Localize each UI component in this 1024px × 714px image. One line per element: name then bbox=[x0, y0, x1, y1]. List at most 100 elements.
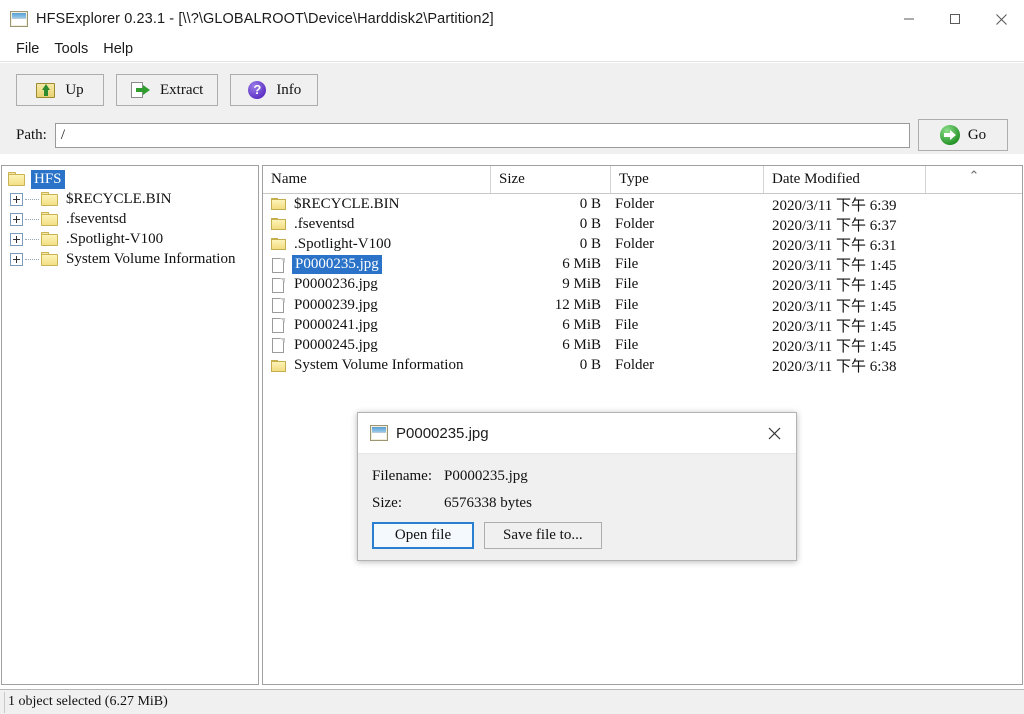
info-button[interactable]: ? Info bbox=[230, 74, 319, 106]
table-row[interactable]: $RECYCLE.BIN 0 B Folder 2020/3/11 下午 6:3… bbox=[263, 194, 1022, 214]
file-size: 6 MiB bbox=[562, 336, 601, 353]
plus-icon[interactable] bbox=[10, 252, 23, 266]
extract-button[interactable]: Extract bbox=[116, 74, 219, 106]
plus-icon[interactable] bbox=[10, 192, 23, 206]
file-icon bbox=[271, 297, 286, 314]
column-header-size[interactable]: Size bbox=[491, 166, 611, 193]
menu-help[interactable]: Help bbox=[96, 40, 140, 59]
tree-item-spotlight-v100[interactable]: .Spotlight-V100 bbox=[2, 229, 258, 249]
window-title: HFSExplorer 0.23.1 - [\\?\GLOBALROOT\Dev… bbox=[36, 11, 494, 27]
dialog-filename-label: Filename: bbox=[372, 468, 432, 484]
tree-item-label: .Spotlight-V100 bbox=[66, 230, 164, 247]
file-size: 6 MiB bbox=[562, 316, 601, 333]
file-date-modified: 2020/3/11 下午 6:37 bbox=[772, 217, 897, 234]
file-name: P0000236.jpg bbox=[294, 276, 378, 293]
file-size: 12 MiB bbox=[554, 296, 601, 313]
green-arrow-icon bbox=[939, 125, 960, 145]
file-name: P0000239.jpg bbox=[294, 296, 378, 313]
tree-item-label: System Volume Information bbox=[66, 250, 236, 267]
path-label: Path: bbox=[16, 126, 47, 143]
toolbar: Up Extract ? Info bbox=[0, 74, 1024, 106]
dialog-buttons: Open file Save file to... bbox=[372, 522, 796, 549]
file-type: Folder bbox=[615, 357, 655, 374]
tree-item-label: HFS bbox=[31, 169, 65, 189]
column-header-name[interactable]: Name bbox=[263, 166, 491, 193]
file-icon bbox=[271, 317, 286, 334]
open-file-button[interactable]: Open file bbox=[372, 522, 474, 549]
tree-item-system-volume-information[interactable]: System Volume Information bbox=[2, 249, 258, 269]
close-icon[interactable] bbox=[978, 0, 1024, 38]
path-row: Path: / Go bbox=[0, 106, 1024, 151]
title-bar: HFSExplorer 0.23.1 - [\\?\GLOBALROOT\Dev… bbox=[0, 0, 1024, 38]
table-row[interactable]: P0000236.jpg 9 MiB File 2020/3/11 下午 1:4… bbox=[263, 275, 1022, 295]
file-name: .fseventsd bbox=[294, 215, 355, 232]
file-list-rows: $RECYCLE.BIN 0 B Folder 2020/3/11 下午 6:3… bbox=[263, 194, 1022, 376]
tree-item-fseventsd[interactable]: .fseventsd bbox=[2, 209, 258, 229]
up-button[interactable]: Up bbox=[16, 74, 104, 106]
tree-item-label: $RECYCLE.BIN bbox=[66, 190, 172, 207]
save-file-to-button[interactable]: Save file to... bbox=[484, 522, 602, 549]
folder-icon bbox=[41, 192, 58, 206]
menu-file[interactable]: File bbox=[9, 40, 46, 59]
file-info-dialog: P0000235.jpg Filename: P0000235.jpg Size… bbox=[357, 412, 797, 561]
dialog-title-bar: P0000235.jpg bbox=[358, 413, 796, 454]
extract-button-label: Extract bbox=[160, 81, 204, 98]
folder-icon bbox=[41, 232, 58, 246]
folder-icon bbox=[271, 216, 286, 232]
tree-connector bbox=[25, 198, 39, 200]
file-size: 0 B bbox=[579, 195, 601, 212]
file-type: Folder bbox=[615, 195, 655, 212]
file-date-modified: 2020/3/11 下午 1:45 bbox=[772, 338, 897, 355]
file-size: 6 MiB bbox=[562, 256, 601, 273]
table-row[interactable]: P0000239.jpg 12 MiB File 2020/3/11 下午 1:… bbox=[263, 295, 1022, 315]
tree-connector bbox=[25, 258, 39, 260]
file-size: 0 B bbox=[579, 215, 601, 232]
maximize-icon[interactable] bbox=[932, 0, 978, 38]
file-date-modified: 2020/3/11 下午 1:45 bbox=[772, 298, 897, 315]
file-name: P0000245.jpg bbox=[294, 336, 378, 353]
folder-icon bbox=[271, 236, 286, 252]
file-date-modified: 2020/3/11 下午 6:39 bbox=[772, 197, 897, 214]
info-button-label: Info bbox=[276, 81, 302, 98]
toolbar-area: Up Extract ? Info Path: / Go bbox=[0, 62, 1024, 154]
photo-icon bbox=[370, 425, 388, 441]
minimize-icon[interactable] bbox=[886, 0, 932, 38]
status-text: 1 object selected (6.27 MiB) bbox=[4, 691, 1024, 713]
column-header-sort[interactable]: ⌃ bbox=[926, 166, 1022, 193]
plus-icon[interactable] bbox=[10, 212, 23, 226]
tree-item-recycle-bin[interactable]: $RECYCLE.BIN bbox=[2, 189, 258, 209]
dialog-close-icon[interactable] bbox=[752, 413, 796, 454]
chevron-up-icon: ⌃ bbox=[968, 167, 980, 183]
file-icon bbox=[271, 257, 286, 273]
go-button[interactable]: Go bbox=[918, 119, 1008, 151]
file-date-modified: 2020/3/11 下午 1:45 bbox=[772, 258, 897, 275]
dialog-body: Filename: P0000235.jpg Size: 6576338 byt… bbox=[358, 454, 796, 549]
folder-icon bbox=[271, 358, 286, 374]
table-row[interactable]: System Volume Information 0 B Folder 202… bbox=[263, 356, 1022, 376]
file-date-modified: 2020/3/11 下午 6:38 bbox=[772, 359, 897, 376]
dialog-title: P0000235.jpg bbox=[396, 424, 489, 442]
file-date-modified: 2020/3/11 下午 1:45 bbox=[772, 278, 897, 295]
column-header-type[interactable]: Type bbox=[611, 166, 764, 193]
table-row[interactable]: .Spotlight-V100 0 B Folder 2020/3/11 下午 … bbox=[263, 234, 1022, 254]
folder-tree-panel[interactable]: HFS $RECYCLE.BIN .fseventsd .Spotlight-V… bbox=[1, 165, 259, 685]
table-row[interactable]: .fseventsd 0 B Folder 2020/3/11 下午 6:37 bbox=[263, 214, 1022, 234]
file-icon bbox=[271, 337, 286, 354]
table-row[interactable]: P0000245.jpg 6 MiB File 2020/3/11 下午 1:4… bbox=[263, 335, 1022, 355]
column-header-date-modified[interactable]: Date Modified bbox=[764, 166, 926, 193]
tree-item-hfs[interactable]: HFS bbox=[2, 169, 258, 189]
file-type: Folder bbox=[615, 235, 655, 252]
file-size: 0 B bbox=[579, 357, 601, 374]
info-question-icon: ? bbox=[247, 81, 267, 99]
folder-icon bbox=[271, 196, 286, 212]
file-type: File bbox=[615, 256, 639, 273]
file-size: 9 MiB bbox=[562, 276, 601, 293]
path-input[interactable]: / bbox=[54, 122, 910, 148]
menu-tools[interactable]: Tools bbox=[47, 40, 95, 59]
plus-icon[interactable] bbox=[10, 232, 23, 246]
extract-arrow-icon bbox=[131, 81, 151, 99]
dialog-filename-value: P0000235.jpg bbox=[444, 468, 528, 484]
table-row[interactable]: P0000241.jpg 6 MiB File 2020/3/11 下午 1:4… bbox=[263, 315, 1022, 335]
table-row[interactable]: P0000235.jpg 6 MiB File 2020/3/11 下午 1:4… bbox=[263, 255, 1022, 275]
dialog-filename-row: Filename: P0000235.jpg bbox=[372, 468, 796, 485]
